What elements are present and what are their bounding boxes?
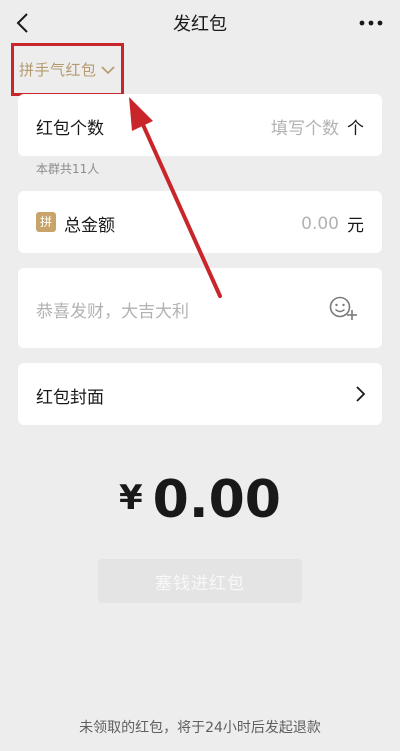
submit-button[interactable]: 塞钱进红包 xyxy=(98,559,302,603)
total-value: 0.00 xyxy=(152,470,281,530)
amount-row[interactable]: 拼 总金额 0.00 元 xyxy=(18,191,382,253)
cover-label: 红包封面 xyxy=(36,388,104,408)
packet-type-toggle[interactable]: 拼手气红包 xyxy=(11,43,124,96)
currency-symbol: ¥ xyxy=(119,478,143,518)
page-title: 发红包 xyxy=(173,14,227,35)
nav-bar: 发红包 xyxy=(0,0,400,46)
packet-type-label: 拼手气红包 xyxy=(19,61,97,79)
total-amount: ¥0.00 xyxy=(0,470,400,530)
emoji-add-icon[interactable] xyxy=(328,294,358,322)
refund-note: 未领取的红包，将于24小时后发起退款 xyxy=(79,720,321,736)
group-member-hint: 本群共11人 xyxy=(36,162,100,176)
count-unit: 个 xyxy=(347,119,364,139)
amount-unit: 元 xyxy=(347,216,364,236)
count-row[interactable]: 红包个数 填写个数 个 xyxy=(18,94,382,156)
amount-input[interactable]: 0.00 xyxy=(301,214,339,234)
greeting-row[interactable]: 恭喜发财，大吉大利 xyxy=(18,268,382,348)
amount-label: 总金额 xyxy=(64,216,115,236)
count-input[interactable]: 填写个数 xyxy=(271,114,339,139)
chevron-right-icon xyxy=(356,386,366,402)
greeting-input[interactable]: 恭喜发财，大吉大利 xyxy=(36,297,189,322)
count-label: 红包个数 xyxy=(36,119,104,139)
chevron-down-icon xyxy=(100,65,115,74)
more-dots-icon[interactable] xyxy=(356,9,386,37)
cover-row[interactable]: 红包封面 xyxy=(18,363,382,425)
pin-badge-icon: 拼 xyxy=(36,212,56,232)
